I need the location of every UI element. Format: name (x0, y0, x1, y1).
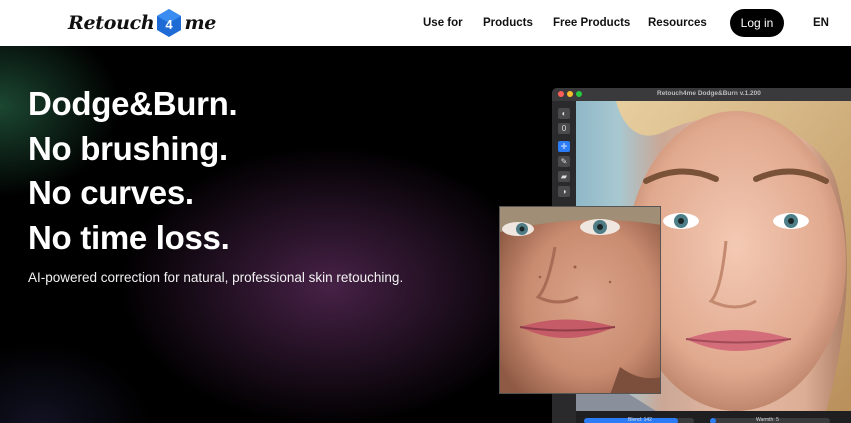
window-title: Retouch4me Dodge&Burn v.1.200 (657, 90, 761, 97)
contrast-icon[interactable]: ◑ (558, 186, 570, 197)
nav-use-for[interactable]: Use for (423, 17, 463, 29)
logo-mark-text: 4 (166, 17, 174, 32)
blend-slider-label: Blend: 142 (628, 417, 652, 423)
brush-icon[interactable]: ✎ (558, 156, 570, 167)
hero-subtext: AI-powered correction for natural, profe… (28, 270, 404, 285)
hero-section: Dodge&Burn. No brushing. No curves. No t… (0, 46, 851, 423)
window-titlebar: Retouch4me Dodge&Burn v.1.200 (552, 88, 851, 101)
language-selector[interactable]: EN (813, 17, 829, 29)
nav-free-products[interactable]: Free Products (553, 17, 630, 29)
headline-line-3: No curves. (28, 174, 194, 211)
blend-slider[interactable]: Blend: 142 (584, 417, 694, 423)
logo-cube-icon: 4 (157, 9, 182, 37)
headline-line-2: No brushing. (28, 129, 228, 167)
minimize-dot-icon (567, 91, 573, 97)
retouch4me-logo[interactable]: Retouch 4 me (68, 7, 216, 39)
before-portrait-illustration (500, 207, 660, 393)
headline-line-1: Dodge&Burn. (28, 85, 238, 122)
warmth-slider-label: Warmth: 5 (756, 417, 779, 423)
warmth-slider-fill (710, 418, 716, 423)
headline-line-4: No time loss. (28, 218, 230, 256)
nav-resources[interactable]: Resources (648, 17, 707, 29)
nav-products[interactable]: Products (483, 17, 533, 29)
site-header: Retouch 4 me Use for Products Free Produ… (0, 0, 851, 46)
logo-text-right: me (184, 12, 217, 34)
logo-text-left: Retouch (68, 12, 155, 34)
zero-icon[interactable]: 0 (558, 123, 570, 134)
close-dot-icon (558, 91, 564, 97)
eraser-icon[interactable]: ▰ (558, 171, 570, 182)
adjustment-bar: Blend: 142 Warmth: 5 (576, 411, 851, 423)
login-button[interactable]: Log in (730, 9, 784, 37)
maximize-dot-icon (576, 91, 582, 97)
before-crop-image (499, 206, 661, 394)
move-icon[interactable]: ✛ (558, 141, 570, 152)
warmth-slider[interactable]: Warmth: 5 (710, 417, 830, 423)
eye-icon[interactable]: ◐ (558, 108, 570, 119)
hero-headline: Dodge&Burn. No brushing. No curves. No t… (28, 82, 238, 260)
